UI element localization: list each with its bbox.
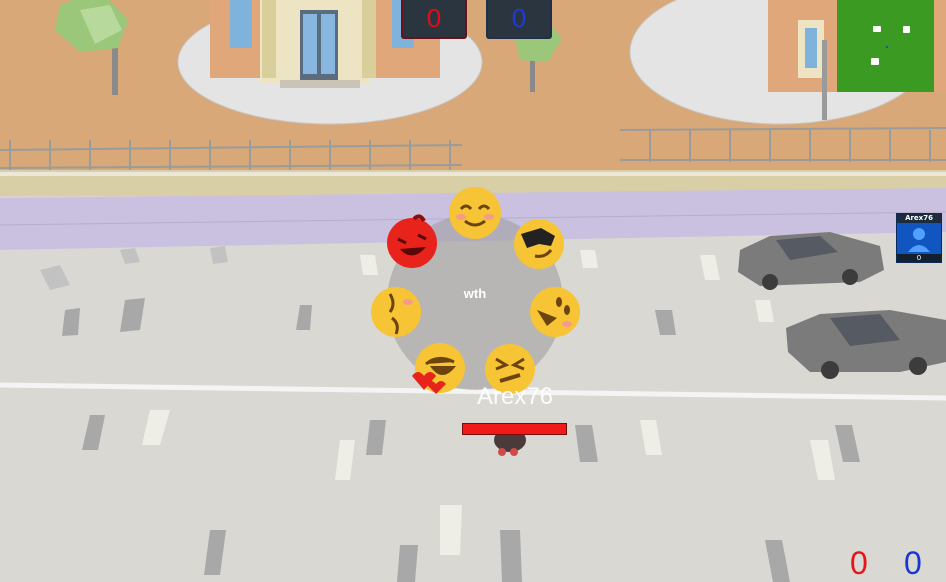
bottom-red-score: 0 [850,545,868,581]
lamp-post [822,40,827,120]
player-card: Arex76 0 [896,213,942,263]
minimap[interactable] [837,0,934,92]
bottom-blue-score: 0 [904,545,922,581]
player-card-score: 0 [897,254,941,262]
laughing-icon[interactable] [527,284,583,340]
emote-wheel-label: wth [463,286,487,301]
blue-team-score: 0 [486,0,552,39]
smiling-blush-icon[interactable] [447,185,503,241]
avatar-icon [908,228,930,252]
player-health-bar [462,423,567,435]
winking-icon[interactable] [368,284,424,340]
grinning-squint-icon[interactable] [384,213,440,269]
heart-eyes-icon[interactable] [408,340,468,396]
minimap-marker [903,26,910,33]
player-name: Arex76 [476,383,554,410]
red-team-score: 0 [401,0,467,39]
car-2 [786,310,946,379]
sunglasses-icon[interactable] [511,214,567,270]
minimap-marker [873,26,881,32]
player-card-name: Arex76 [897,214,941,223]
minimap-marker [871,58,879,65]
minimap-player-marker [886,46,888,48]
